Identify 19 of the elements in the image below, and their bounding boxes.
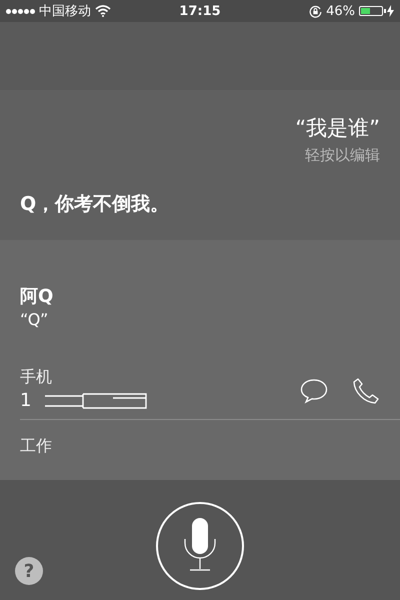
microphone-button[interactable]	[156, 502, 244, 590]
spoken-query[interactable]: “我是谁”	[295, 114, 380, 142]
message-icon[interactable]	[300, 378, 328, 404]
phone-number[interactable]: 1	[20, 390, 32, 411]
wifi-icon	[95, 5, 111, 17]
battery-percent: 46%	[326, 4, 355, 18]
contact-nickname: “Q”	[20, 310, 50, 329]
help-button[interactable]: ?	[15, 557, 43, 585]
phone-icon[interactable]	[352, 377, 380, 405]
field-label: 手机	[20, 367, 53, 388]
clock-time: 17:15	[179, 4, 221, 18]
siri-response: Q，你考不倒我。	[20, 192, 170, 217]
battery-icon	[359, 6, 383, 16]
carrier-name: 中国移动	[39, 3, 91, 20]
signal-icon	[6, 8, 35, 14]
contact-name: 阿Q	[20, 285, 54, 308]
edit-hint: 轻按以编辑	[305, 146, 380, 165]
field-label: 工作	[20, 436, 52, 457]
rotation-lock-icon	[309, 4, 322, 18]
